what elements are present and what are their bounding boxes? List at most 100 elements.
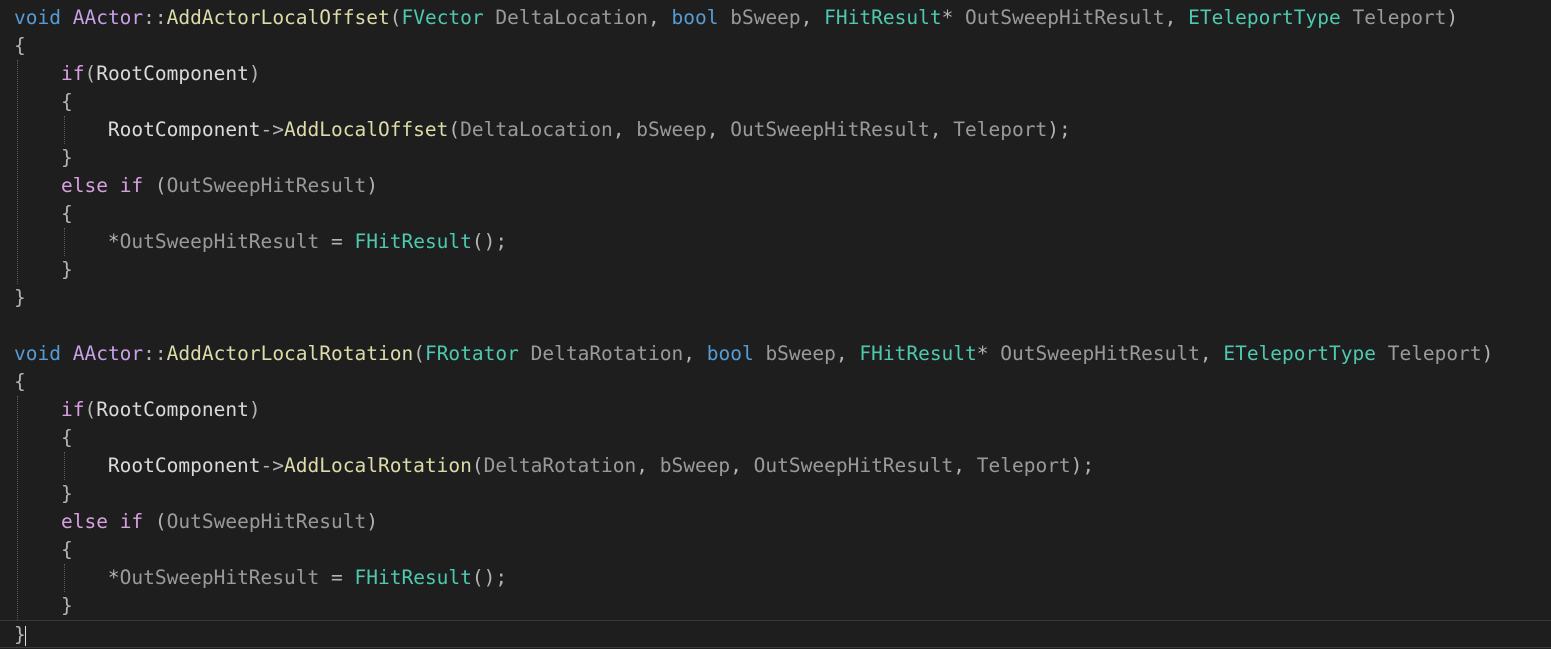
code-line[interactable]: RootComponent->AddLocalOffset(DeltaLocat… [14, 116, 1071, 144]
code-token: ETeleportType [1223, 342, 1376, 365]
code-token: FRotator [424, 342, 519, 365]
code-token: OutSweepHitResult [953, 6, 1165, 29]
code-token: ) [1481, 342, 1494, 365]
code-line[interactable]: if(RootComponent) [14, 60, 261, 88]
code-line[interactable]: else if (OutSweepHitResult) [14, 508, 378, 536]
code-token: ETeleportType [1188, 6, 1341, 29]
code-token: , [730, 454, 754, 477]
code-token: , [612, 118, 637, 141]
code-token: * [976, 342, 989, 365]
code-token: RootComponent [107, 118, 261, 141]
code-token: * [107, 566, 120, 589]
code-token: ( [143, 510, 167, 533]
code-token: OutSweepHitResult [119, 566, 320, 589]
code-token: OutSweepHitResult [988, 342, 1200, 365]
code-line[interactable]: } [14, 256, 73, 284]
code-token: ); [1047, 118, 1071, 141]
code-token: Teleport [953, 118, 1048, 141]
code-token: if [119, 174, 144, 197]
code-token: else [60, 174, 108, 197]
code-token: = [319, 566, 355, 589]
code-token: bSweep [636, 118, 707, 141]
code-token: AddLocalRotation [284, 454, 472, 477]
code-line[interactable]: void AActor::AddActorLocalRotation(FRota… [14, 340, 1493, 368]
code-editor[interactable]: void AActor::AddActorLocalOffset(FVector… [0, 0, 1551, 648]
code-line[interactable]: *OutSweepHitResult = FHitResult(); [14, 228, 507, 256]
code-token: { [60, 538, 73, 561]
code-token: -> [260, 118, 285, 141]
code-line[interactable]: { [14, 368, 26, 396]
code-line[interactable]: { [14, 424, 73, 452]
code-token: , [706, 118, 731, 141]
code-token: ( [143, 174, 167, 197]
code-token: * [941, 6, 954, 29]
code-line[interactable]: { [14, 32, 26, 60]
code-token: FHitResult [354, 566, 472, 589]
code-token: ( [389, 6, 402, 29]
code-token: ) [248, 62, 261, 85]
code-token: , [683, 342, 707, 365]
code-line[interactable]: if(RootComponent) [14, 396, 261, 424]
code-token: { [60, 202, 73, 225]
code-token: (); [471, 230, 508, 253]
code-line[interactable]: void AActor::AddActorLocalOffset(FVector… [14, 4, 1458, 32]
code-token: ( [413, 342, 425, 365]
code-line[interactable]: } [0, 620, 1551, 648]
code-token: OutSweepHitResult [730, 118, 930, 141]
code-line[interactable]: { [14, 200, 73, 228]
code-token: AddActorLocalRotation [166, 342, 414, 365]
code-token: if [119, 510, 144, 533]
code-token: ) [1446, 6, 1459, 29]
code-token: AActor [72, 6, 144, 29]
code-token: bool [671, 6, 719, 29]
code-token: * [107, 230, 120, 253]
code-line[interactable]: { [14, 88, 73, 116]
code-token: if [60, 62, 85, 85]
code-token: ) [366, 174, 378, 197]
code-token: ) [248, 398, 261, 421]
code-line[interactable]: { [14, 536, 73, 564]
code-token: , [953, 454, 977, 477]
code-token: bSweep [753, 342, 836, 365]
code-line[interactable]: RootComponent->AddLocalRotation(DeltaRot… [14, 452, 1094, 480]
code-token: { [14, 34, 26, 57]
code-token: AddLocalOffset [284, 118, 449, 141]
code-token: Teleport [1375, 342, 1482, 365]
code-token: ( [84, 398, 97, 421]
code-token: , [800, 6, 825, 29]
code-line[interactable]: } [14, 284, 26, 312]
code-token: { [14, 370, 26, 393]
code-token: , [1199, 342, 1224, 365]
code-token: DeltaLocation [460, 118, 613, 141]
code-line[interactable]: } [14, 592, 73, 620]
code-token: FHitResult [354, 230, 472, 253]
code-token: DeltaRotation [518, 342, 684, 365]
code-line[interactable]: } [14, 480, 73, 508]
code-token: { [60, 90, 73, 113]
code-token: OutSweepHitResult [119, 230, 320, 253]
code-token: , [648, 6, 672, 29]
code-line[interactable]: } [14, 144, 73, 172]
code-line[interactable]: *OutSweepHitResult = FHitResult(); [14, 564, 507, 592]
code-token: { [60, 426, 73, 449]
code-token: void [14, 342, 61, 365]
code-token: DeltaLocation [483, 6, 649, 29]
code-token: ( [471, 454, 484, 477]
code-token: OutSweepHitResult [166, 174, 367, 197]
code-line[interactable]: else if (OutSweepHitResult) [14, 172, 378, 200]
